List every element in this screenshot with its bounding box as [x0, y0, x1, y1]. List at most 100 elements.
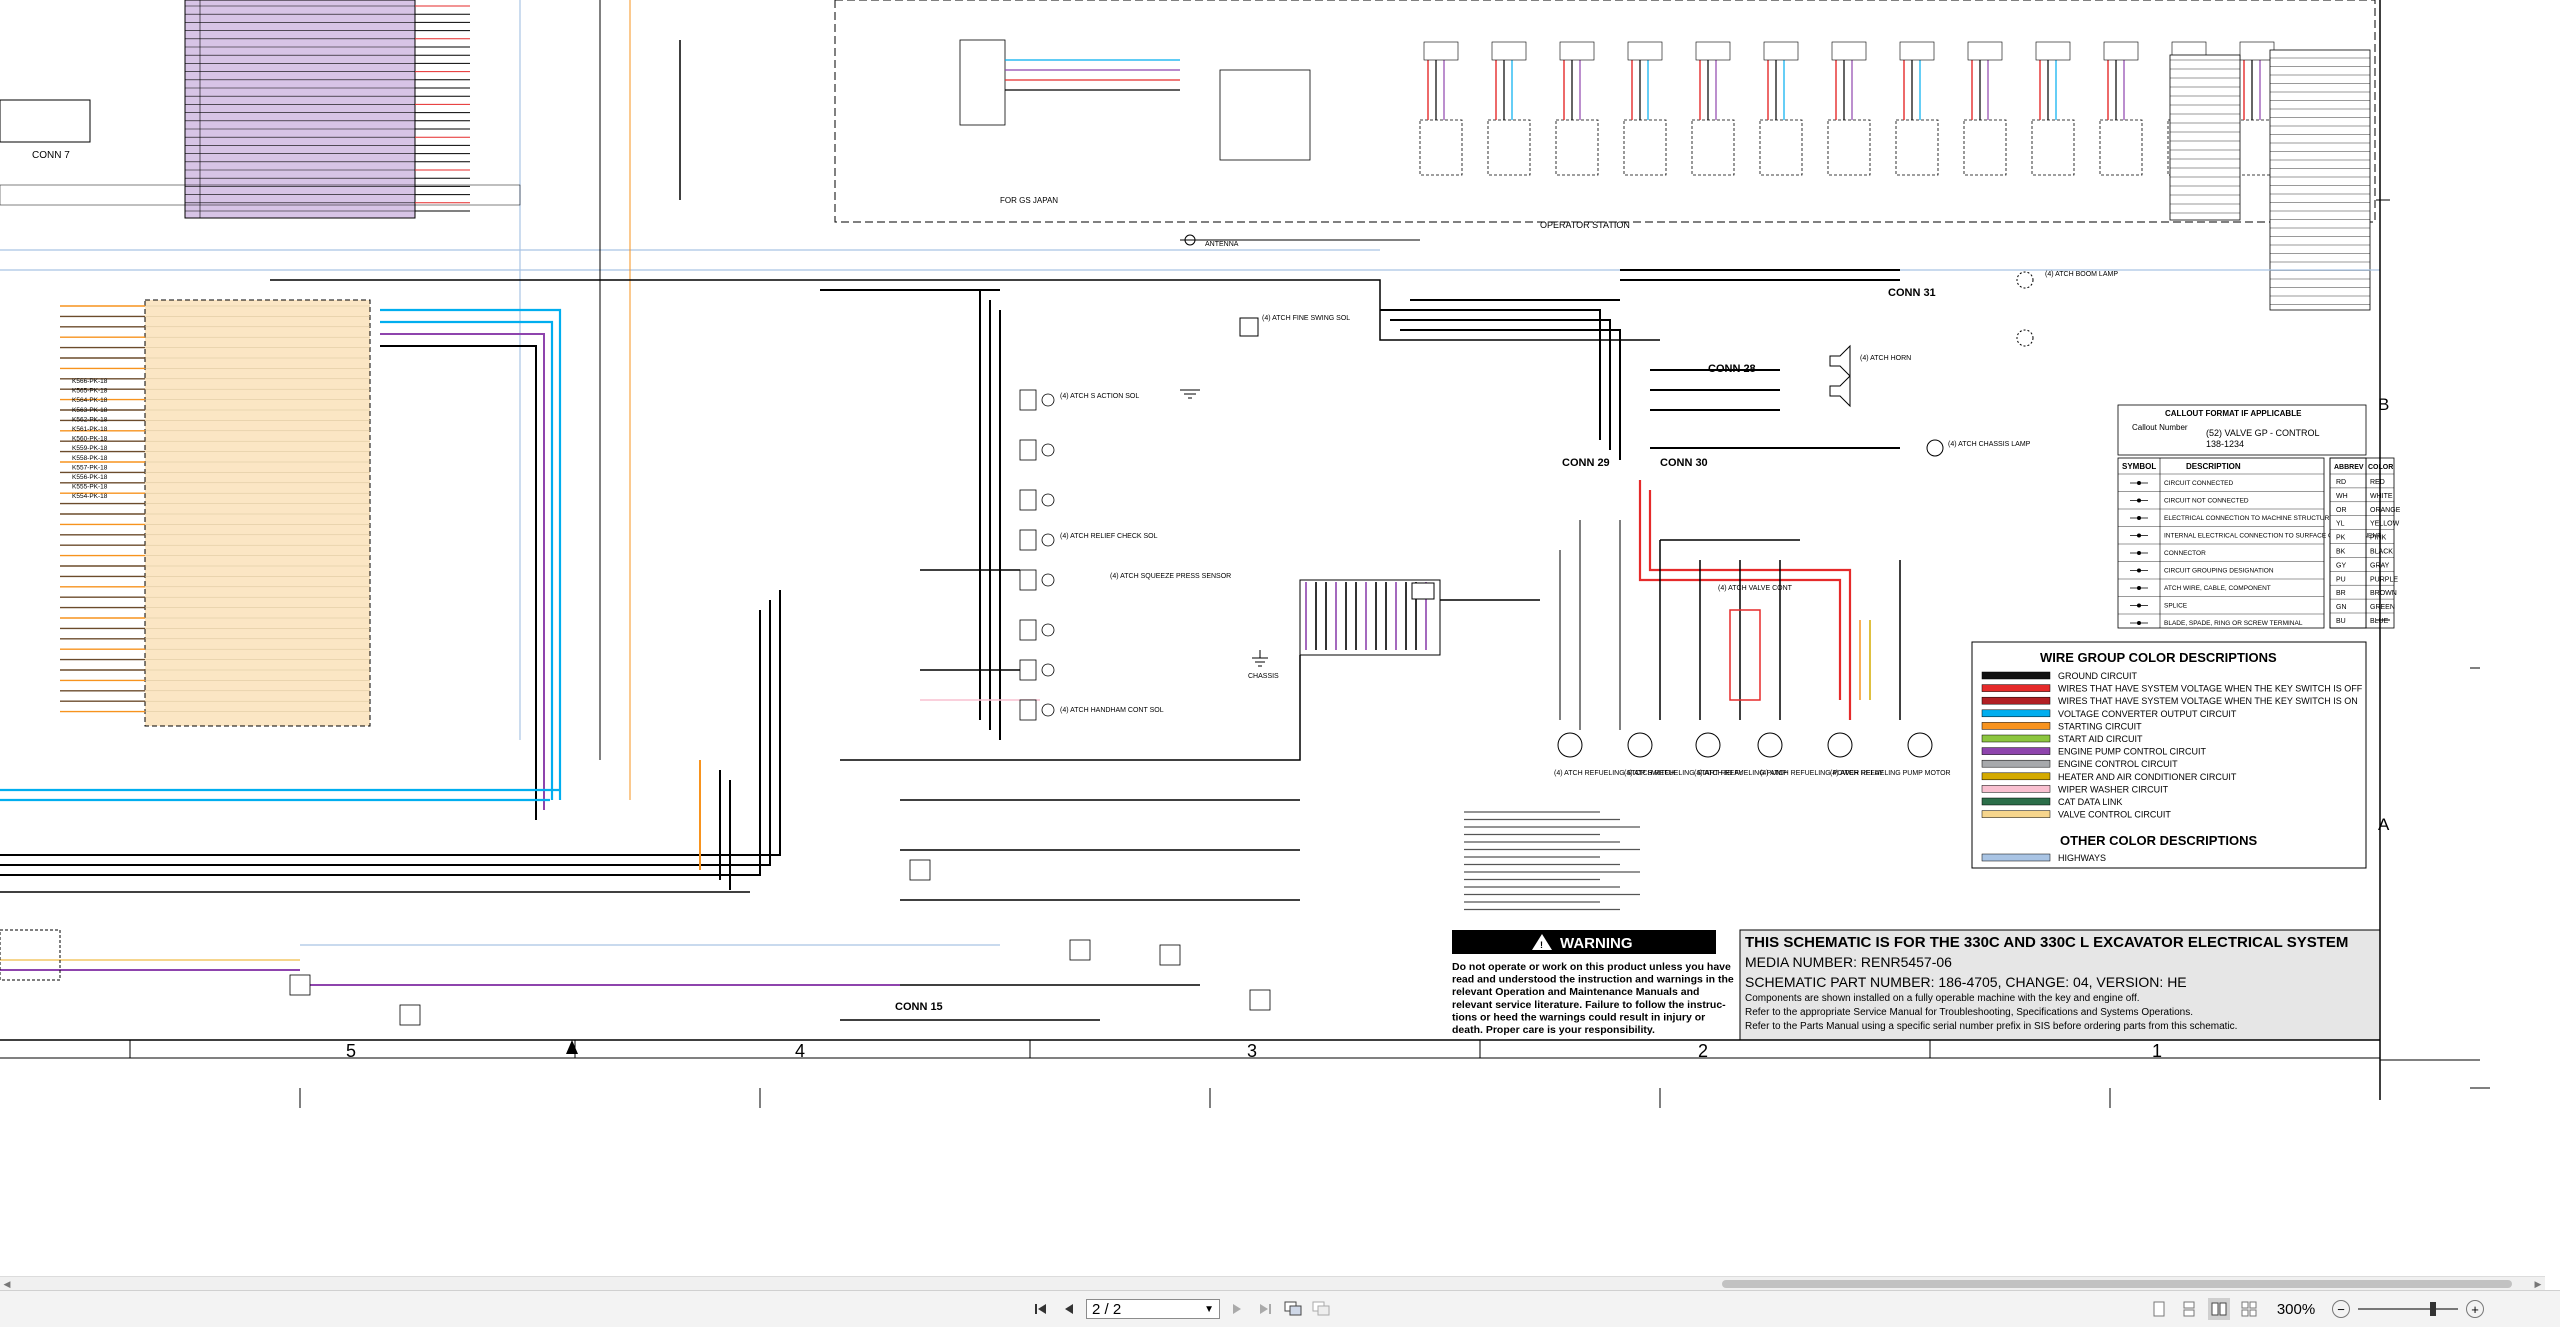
first-page-icon[interactable]: [1030, 1298, 1052, 1320]
valve-control-module: [145, 300, 370, 726]
conn-15-label: CONN 15: [895, 1001, 943, 1013]
component-label: (4) ATCH SQUEEZE PRESS SENSOR: [1110, 573, 1231, 580]
switch-component: [2032, 120, 2074, 175]
continuous-view-icon[interactable]: [2178, 1298, 2200, 1320]
small-component: [1160, 945, 1180, 965]
svg-text:SYMBOL: SYMBOL: [2122, 462, 2156, 471]
document-viewport[interactable]: CONN 7 K566-PK-18K565-PK-18K564-PK-18K56…: [0, 0, 2560, 1276]
zoom-slider-thumb[interactable]: [2430, 1302, 2436, 1316]
media-number: MEDIA NUMBER: RENR5457-06: [1745, 954, 1952, 970]
next-page-icon[interactable]: [1226, 1298, 1248, 1320]
symbol-description: BLADE, SPADE, RING OR SCREW TERMINAL: [2164, 620, 2303, 627]
warning-line: read and understood the instruction and …: [1452, 974, 1734, 986]
component-label: (4) ATCH S ACTION SOL: [1060, 393, 1139, 400]
warning-line: relevant service literature. Failure to …: [1452, 999, 1726, 1011]
single-page-view-icon[interactable]: [2148, 1298, 2170, 1320]
wire-label: K559-PK-18: [72, 445, 108, 452]
small-component: [290, 975, 310, 995]
solenoid-component: [1020, 490, 1036, 510]
note-parts-manual: Refer to the Parts Manual using a specif…: [1745, 1021, 2237, 1032]
refuel-component-icon: [1828, 733, 1852, 757]
color-abbrev: WH: [2336, 493, 2348, 500]
color-abbrev: OR: [2336, 507, 2347, 514]
last-page-icon[interactable]: [1254, 1298, 1276, 1320]
color-name: ORANGE: [2370, 507, 2401, 514]
component-label: CHASSIS: [1248, 673, 1279, 680]
antenna-label: ANTENNA: [1205, 241, 1239, 248]
zoom-in-icon[interactable]: +: [2466, 1300, 2484, 1318]
other-color-label: HIGHWAYS: [2058, 853, 2106, 863]
page-number-field[interactable]: 2 / 2 ▼: [1086, 1299, 1220, 1319]
wire-color-swatch: [1982, 748, 2050, 755]
wire-label: K566-PK-18: [72, 378, 108, 385]
row-a: A: [2378, 815, 2390, 834]
solenoid-component: [1020, 440, 1036, 460]
horizontal-scrollbar[interactable]: ◀ ▶: [0, 1276, 2545, 1291]
color-abbrev-header: ABBREV: [2334, 464, 2364, 471]
callout-part: 138-1234: [2206, 439, 2244, 449]
conn-30-label: CONN 30: [1660, 457, 1708, 469]
color-abbrev: PK: [2336, 535, 2346, 542]
view-controls: 300% − +: [2148, 1297, 2484, 1321]
switch-component: [1488, 120, 1530, 175]
warning-line: tions or heed the warnings could result …: [1452, 1011, 1705, 1023]
ecm-purple-module: [185, 0, 415, 218]
wire-color-swatch: [1982, 785, 2050, 792]
fine-swing-solenoid: [1240, 318, 1258, 336]
component-label: (4) ATCH FINE SWING SOL: [1262, 315, 1350, 322]
wire-group-label: WIRES THAT HAVE SYSTEM VOLTAGE WHEN THE …: [2058, 696, 2358, 706]
component-label: (4) ATCH BOOM LAMP: [2045, 271, 2118, 278]
switch-component: [1556, 120, 1598, 175]
wire-label: K558-PK-18: [72, 455, 108, 462]
wire-group-label: WIPER WASHER CIRCUIT: [2058, 784, 2169, 794]
symbol-description: ELECTRICAL CONNECTION TO MACHINE STRUCTU…: [2164, 515, 2334, 522]
color-abbrev: BU: [2336, 618, 2346, 625]
paste-page-icon[interactable]: [1310, 1299, 1332, 1319]
column-2: 2: [1698, 1041, 1708, 1061]
wire-color-swatch: [1982, 722, 2050, 729]
two-page-view-icon[interactable]: [2208, 1298, 2230, 1320]
color-abbrev: YL: [2336, 521, 2345, 528]
zoom-level[interactable]: 300%: [2268, 1301, 2324, 1318]
conn-29-label: CONN 29: [1562, 457, 1610, 469]
solenoid-component: [1020, 530, 1036, 550]
previous-page-icon[interactable]: [1058, 1298, 1080, 1320]
wire-label: K561-PK-18: [72, 426, 108, 433]
converter-component: [960, 40, 1005, 125]
other-colors-title: OTHER COLOR DESCRIPTIONS: [2060, 833, 2258, 848]
small-component: [400, 1005, 420, 1025]
scroll-left-icon[interactable]: ◀: [0, 1277, 14, 1291]
zoom-slider[interactable]: [2358, 1299, 2458, 1319]
copy-page-icon[interactable]: [1282, 1299, 1304, 1319]
svg-text:!: !: [1540, 940, 1543, 950]
color-abbrev: GY: [2336, 562, 2346, 569]
wire-group-label: STARTING CIRCUIT: [2058, 721, 2142, 731]
refuel-component-icon: [1758, 733, 1782, 757]
column-5: 5: [346, 1041, 356, 1061]
warning-line: death. Proper care is your responsibilit…: [1452, 1024, 1655, 1036]
color-abbrev: BR: [2336, 590, 2346, 597]
refuel-component-icon: [1628, 733, 1652, 757]
wire-group-label: START AID CIRCUIT: [2058, 734, 2143, 744]
color-name: PINK: [2370, 535, 2387, 542]
switch-component: [2100, 120, 2142, 175]
row-b: B: [2378, 395, 2389, 414]
color-abbrev: PU: [2336, 576, 2346, 583]
color-abbrev: RD: [2336, 479, 2346, 486]
solenoid-component: [1020, 700, 1036, 720]
chevron-down-icon: ▼: [1204, 1304, 1214, 1315]
warning-line: relevant Operation and Maintenance Manua…: [1452, 986, 1699, 998]
wire-color-swatch: [1982, 672, 2050, 679]
scrollbar-thumb[interactable]: [1722, 1280, 2512, 1288]
component-label: (4) ATCH HORN: [1860, 355, 1911, 362]
refuel-component-icon: [1908, 733, 1932, 757]
small-component: [1070, 940, 1090, 960]
symbol-description: SPLICE: [2164, 603, 2188, 610]
wire-label: K565-PK-18: [72, 388, 108, 395]
color-name: YELLOW: [2370, 521, 2400, 528]
zoom-out-icon[interactable]: −: [2332, 1300, 2350, 1318]
scroll-right-icon[interactable]: ▶: [2531, 1277, 2545, 1291]
solenoid-component: [1020, 660, 1036, 680]
symbol-description: ATCH WIRE, CABLE, COMPONENT: [2164, 585, 2271, 592]
two-page-continuous-view-icon[interactable]: [2238, 1298, 2260, 1320]
